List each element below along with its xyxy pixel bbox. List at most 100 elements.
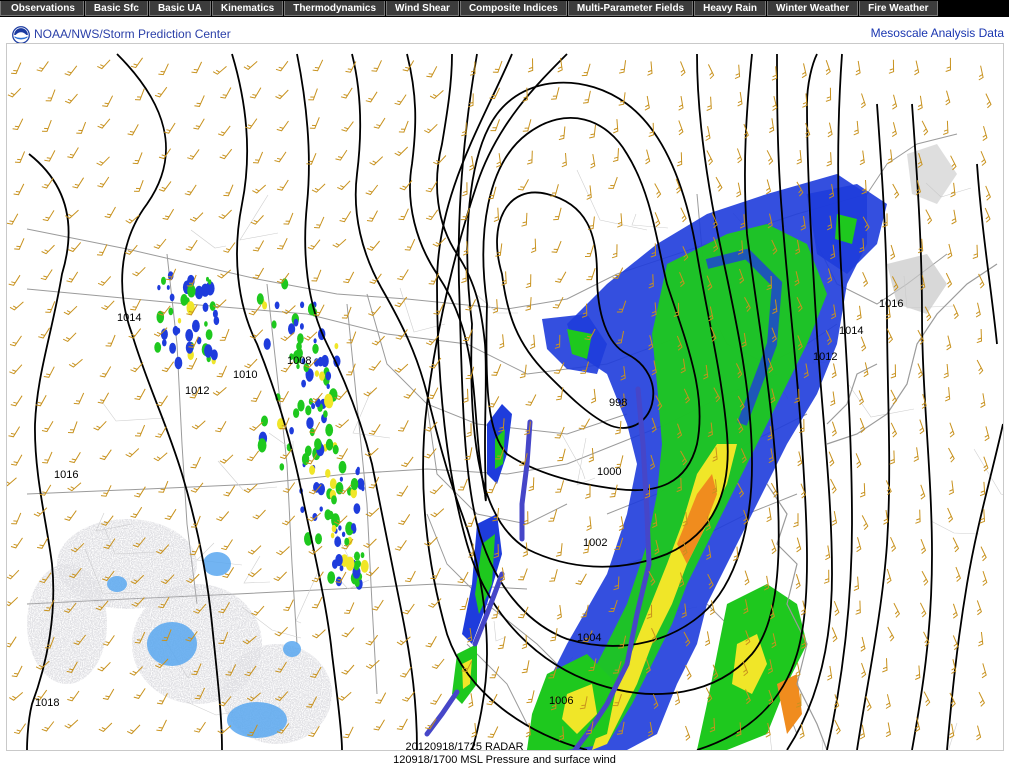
wind-barb [14,238,25,250]
wind-barb [976,725,982,741]
wind-barb [586,268,596,281]
wind-barb [64,93,78,104]
wind-barb [130,299,142,311]
wind-barb [277,237,288,250]
nav-basic-sfc[interactable]: Basic Sfc [84,1,148,16]
radar-cell [360,552,365,559]
wind-barb [706,96,712,111]
wind-barb [550,628,558,642]
radar-echoes [27,144,957,750]
wind-barb [155,426,167,438]
nav-wind-shear[interactable]: Wind Shear [386,1,459,16]
wind-barb [704,631,711,647]
wind-barb [825,87,832,102]
wind-barb [525,394,537,406]
wind-barb [252,151,264,164]
wind-barb [158,63,169,76]
wind-barb [425,209,439,221]
wind-barb [105,334,116,347]
wind-barb [44,150,56,162]
county-line [848,384,915,418]
wind-barb [590,154,596,169]
wind-barb [404,570,416,583]
nav-multi-parameter-fields[interactable]: Multi-Parameter Fields [567,1,694,16]
wind-barb [40,269,53,281]
wind-barb [917,363,923,379]
radar-cell [323,410,328,418]
wind-barb [311,269,322,282]
nav-composite-indices[interactable]: Composite Indices [459,1,567,16]
isobar-label: 1012 [185,385,209,397]
nav-thermodynamics[interactable]: Thermodynamics [284,1,386,16]
radar-cell [154,342,162,353]
wind-barb [217,725,232,735]
wind-barb [585,484,591,499]
mesoscale-analysis-link[interactable]: Mesoscale Analysis Data [871,26,1004,40]
wind-barb [312,629,326,639]
wind-barb [212,66,227,75]
nav-winter-weather[interactable]: Winter Weather [767,1,859,16]
wind-barb [10,395,23,407]
wind-barb [581,63,591,77]
wind-barb [11,665,23,678]
wind-barb [246,450,260,462]
wind-barb [589,124,596,139]
wind-barb [68,242,82,253]
wind-barb [575,573,587,585]
wind-barb [553,207,562,221]
wind-barb [555,543,563,557]
nav-observations[interactable]: Observations [0,1,84,16]
wind-barb [397,269,409,281]
wind-barb [364,447,379,457]
nav-basic-ua[interactable]: Basic UA [148,1,211,16]
wind-barb [680,61,686,77]
wind-barb [191,61,203,74]
wind-barb [63,305,78,316]
wind-barb [396,718,408,731]
wind-barb [402,691,415,702]
wind-barb [426,66,438,78]
wind-barb [429,484,443,495]
radar-cell [335,482,344,495]
wind-barb [525,297,532,311]
nav-heavy-rain[interactable]: Heavy Rain [694,1,767,16]
wind-barb [429,90,444,100]
wind-barb [37,537,49,549]
wind-barb [134,88,145,101]
wind-barb [309,117,320,129]
wind-barb [341,627,355,638]
wind-barb [645,149,651,165]
wind-barb [7,87,22,98]
org-title: NOAA/NWS/Storm Prediction Center [34,27,231,41]
radar-cell [161,276,166,285]
wind-barb [101,300,115,311]
nav-fire-weather[interactable]: Fire Weather [859,1,938,16]
wind-barb [132,152,143,165]
wind-barb [887,149,893,164]
radar-cell [166,285,170,290]
wind-barb [252,240,265,252]
wind-barb [976,328,983,344]
isobar-label: 1012 [813,351,837,363]
wind-barb [252,509,266,520]
radar-cell [338,460,347,474]
wind-barb [613,119,619,134]
wind-barb [491,364,502,376]
wind-barb [886,568,892,584]
wind-barb [306,153,317,165]
wind-barb [582,90,591,104]
wind-barb [834,719,841,735]
nav-kinematics[interactable]: Kinematics [211,1,284,16]
wind-barb [125,448,140,458]
wind-barb [247,545,262,555]
wind-barb [890,389,898,405]
wind-barb [466,514,476,527]
radar-cell [317,356,324,367]
wind-barb [644,95,650,111]
wind-barb [860,636,866,652]
wind-barb [915,665,921,680]
wind-barb [368,360,382,371]
wind-barb [914,60,920,76]
wind-barb [43,366,55,378]
radar-cell [314,370,319,377]
